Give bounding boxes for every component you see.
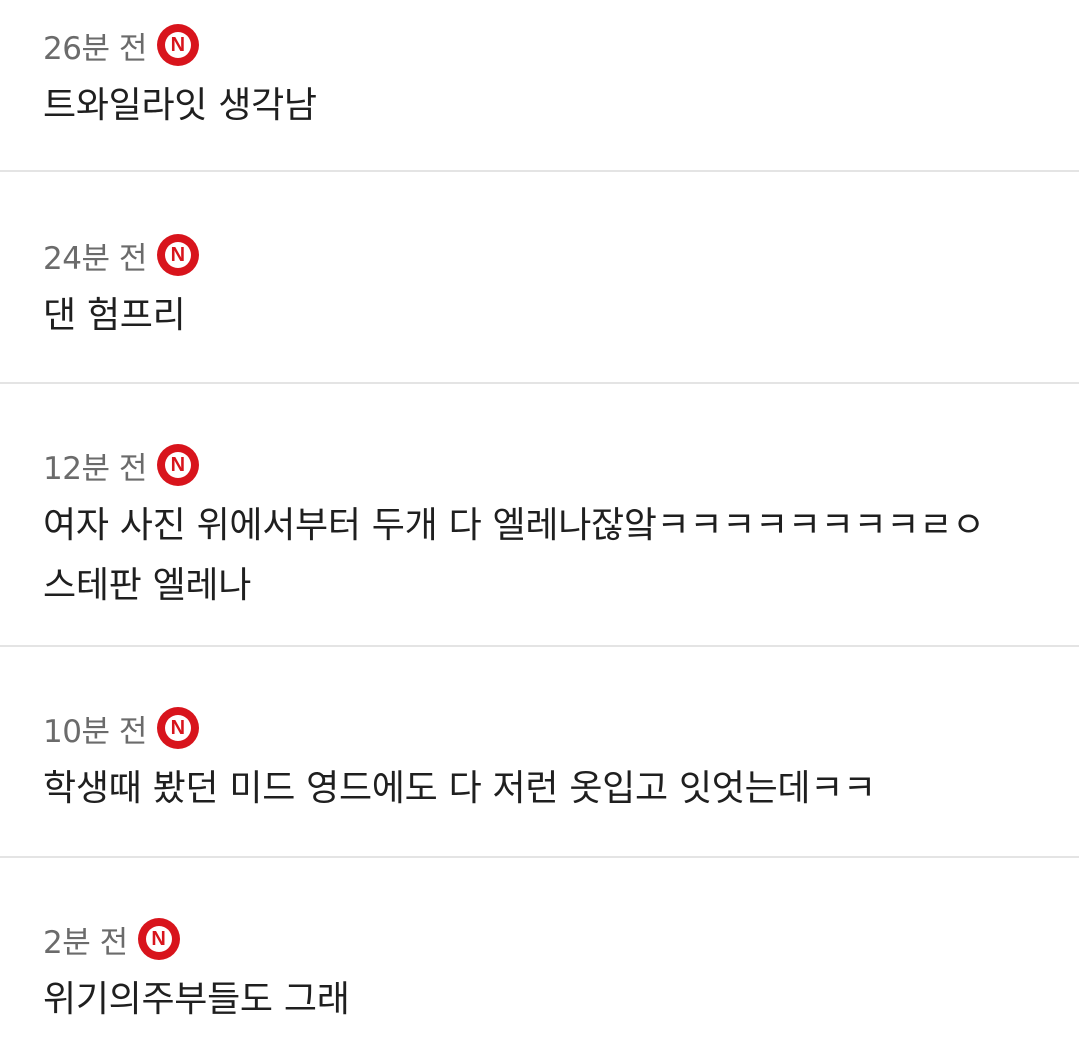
comment-text: 트와일라잇 생각남 <box>43 85 317 126</box>
new-badge-icon: N <box>156 444 199 486</box>
comment-item[interactable]: 24분 전 N 댄 험프리 <box>0 172 1079 384</box>
comment-list: 26분 전 N 트와일라잇 생각남 24분 전 N 댄 험프리 12분 전 N … <box>0 0 1079 1046</box>
comment-text: 학생때 봤던 미드 영드에도 다 저런 옷입고 잇엇는데ㅋㅋ <box>43 768 876 809</box>
comment-time: 24분 전 <box>43 240 147 277</box>
comment-item[interactable]: 26분 전 N 트와일라잇 생각남 <box>0 0 1079 172</box>
comment-text: 여자 사진 위에서부터 두개 다 엘레나잖앜ㅋㅋㅋㅋㅋㅋㅋㅋㄹㅇ 스테판 엘레나 <box>43 505 985 606</box>
comment-meta: 2분 전 N <box>43 916 1049 962</box>
comment-meta: 24분 전 N <box>43 232 1049 278</box>
new-badge-icon: N <box>156 707 199 749</box>
comment-time: 2분 전 <box>43 924 128 961</box>
comment-item[interactable]: 10분 전 N 학생때 봤던 미드 영드에도 다 저런 옷입고 잇엇는데ㅋㅋ <box>0 647 1079 858</box>
new-badge-icon: N <box>156 234 199 276</box>
new-badge-icon: N <box>156 24 199 66</box>
new-badge-icon: N <box>137 918 180 960</box>
comment-meta: 10분 전 N <box>43 705 1049 751</box>
comment-item[interactable]: 2분 전 N 위기의주부들도 그래 <box>0 858 1079 1046</box>
comment-time: 12분 전 <box>43 450 147 487</box>
comment-text: 댄 험프리 <box>43 295 186 336</box>
comment-text: 위기의주부들도 그래 <box>43 979 350 1020</box>
comment-meta: 12분 전 N <box>43 442 1049 488</box>
comment-meta: 26분 전 N <box>43 22 1049 68</box>
comment-time: 10분 전 <box>43 713 147 750</box>
comment-time: 26분 전 <box>43 30 147 67</box>
comment-item[interactable]: 12분 전 N 여자 사진 위에서부터 두개 다 엘레나잖앜ㅋㅋㅋㅋㅋㅋㅋㅋㄹㅇ… <box>0 384 1079 647</box>
